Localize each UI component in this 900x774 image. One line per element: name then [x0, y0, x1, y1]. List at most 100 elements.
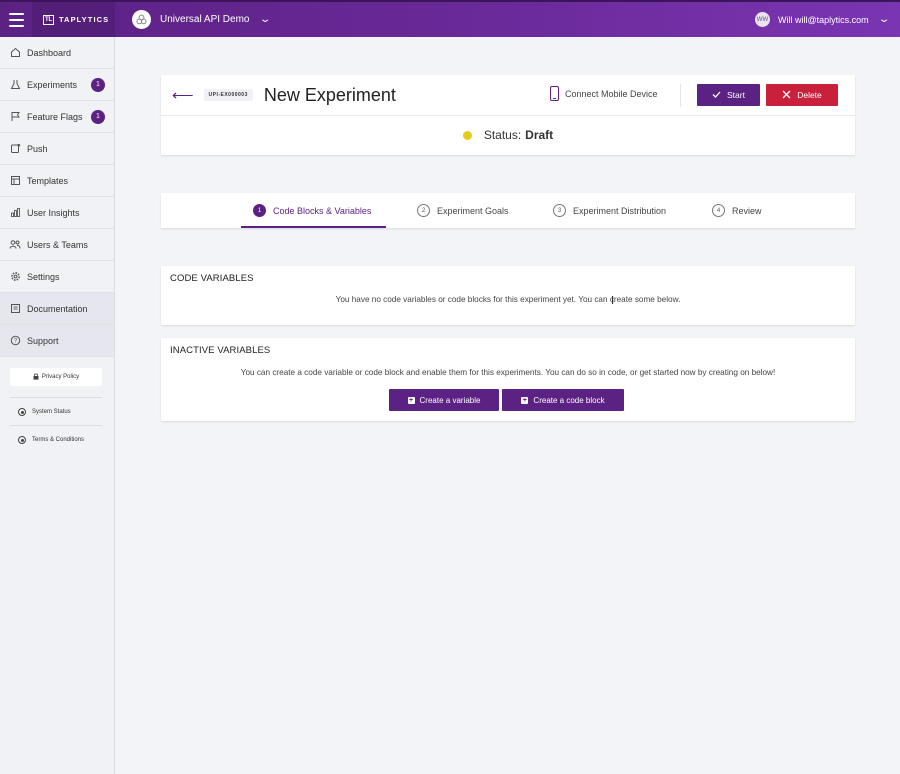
sidebar-item-push[interactable]: Push [0, 133, 114, 165]
sidebar: Dashboard Experiments 1 Feature Flags 1 … [0, 37, 115, 774]
experiment-header: ⟵ UPI-EX000003 New Experiment Connect Mo… [161, 75, 855, 155]
avatar: WW [754, 12, 770, 27]
divider [10, 397, 102, 398]
status-label: Status: [483, 128, 522, 142]
sidebar-item-label: Feature Flags [27, 111, 83, 122]
tab-experiment-distribution[interactable]: 3 Experiment Distribution [553, 193, 666, 228]
sidebar-item-label: Push [27, 143, 48, 154]
brand-mark: TL [43, 14, 54, 25]
section-title: INACTIVE VARIABLES [170, 345, 271, 356]
terms-label: Terms & Conditions [32, 437, 85, 443]
connect-device-button[interactable]: Connect Mobile Device [550, 86, 658, 101]
sidebar-item-feature-flags[interactable]: Feature Flags 1 [0, 101, 114, 133]
start-label: Start [727, 90, 745, 100]
start-button[interactable]: Start [697, 84, 760, 106]
sidebar-item-label: Dashboard [27, 47, 72, 58]
experiment-id: UPI-EX000003 [203, 89, 253, 101]
tab-label: Experiment Distribution [573, 205, 667, 216]
count-badge: 1 [91, 109, 105, 124]
sidebar-item-experiments[interactable]: Experiments 1 [0, 69, 114, 101]
chevron-down-icon: ⌄ [259, 14, 272, 25]
user-menu[interactable]: WW Will will@taplytics.com ⌄ [754, 12, 900, 27]
privacy-policy-link[interactable]: Privacy Policy [10, 368, 102, 386]
delete-button[interactable]: Delete [766, 84, 838, 106]
tab-experiment-goals[interactable]: 2 Experiment Goals [417, 193, 509, 228]
sidebar-item-settings[interactable]: Settings [0, 261, 114, 293]
section-title: CODE VARIABLES [170, 273, 254, 284]
menu-icon[interactable] [0, 2, 32, 37]
user-label: Will will@taplytics.com [777, 14, 869, 25]
sidebar-item-documentation[interactable]: Documentation [0, 293, 114, 325]
divider [680, 84, 681, 107]
sidebar-item-label: User Insights [27, 207, 80, 218]
connect-label: Connect Mobile Device [565, 88, 658, 99]
help-icon: ? [9, 335, 21, 347]
step-tabs: 1 Code Blocks & Variables 2 Experiment G… [161, 193, 855, 228]
create-block-label: Create a code block [533, 395, 605, 405]
check-icon [712, 90, 721, 100]
flask-icon [9, 79, 21, 91]
lock-icon [33, 373, 39, 382]
system-status-label: System Status [32, 409, 71, 415]
create-variable-button[interactable]: + Create a variable [389, 389, 499, 411]
sidebar-item-label: Support [27, 335, 59, 346]
brand-name: TAPLYTICS [58, 15, 110, 24]
phone-icon [550, 86, 559, 101]
svg-text:?: ? [13, 339, 17, 345]
system-status-link[interactable]: System Status [18, 408, 71, 416]
sidebar-item-templates[interactable]: Templates [0, 165, 114, 197]
terms-link[interactable]: Terms & Conditions [18, 436, 84, 444]
sidebar-item-users-teams[interactable]: Users & Teams [0, 229, 114, 261]
back-arrow-icon[interactable]: ⟵ [172, 86, 194, 104]
push-icon [9, 143, 21, 155]
info-icon [18, 436, 26, 444]
step-number: 1 [253, 204, 266, 217]
sidebar-item-dashboard[interactable]: Dashboard [0, 37, 114, 69]
step-number: 4 [712, 204, 725, 217]
document-icon [9, 303, 21, 315]
status-badge: Draft [525, 128, 554, 142]
project-switcher[interactable]: Universal API Demo ⌄ [132, 2, 272, 37]
tab-review[interactable]: 4 Review [712, 193, 762, 228]
code-variables-section: CODE VARIABLES You have no code variable… [161, 266, 855, 325]
count-badge: 1 [91, 77, 105, 92]
text-cursor-icon: I [611, 294, 615, 307]
close-icon [782, 90, 791, 101]
tab-code-blocks-variables[interactable]: 1 Code Blocks & Variables [253, 193, 371, 228]
project-name: Universal API Demo [160, 14, 250, 25]
create-variable-label: Create a variable [419, 395, 481, 405]
step-number: 3 [553, 204, 566, 217]
sidebar-item-label: Users & Teams [27, 239, 88, 250]
page-title[interactable]: New Experiment [264, 85, 396, 106]
tab-label: Review [732, 205, 762, 216]
sidebar-item-label: Experiments [27, 79, 78, 90]
home-icon [9, 47, 21, 59]
sidebar-item-label: Settings [27, 271, 60, 282]
bar-chart-icon [9, 207, 21, 219]
status-icon [18, 408, 26, 416]
brand-logo[interactable]: TL TAPLYTICS [32, 2, 115, 37]
project-avatar-icon [132, 10, 151, 29]
flag-icon [9, 111, 21, 123]
top-bar: TL TAPLYTICS Universal API Demo ⌄ WW Wil… [0, 0, 900, 37]
privacy-label: Privacy Policy [41, 374, 80, 380]
sidebar-item-user-insights[interactable]: User Insights [0, 197, 114, 229]
plus-icon: + [407, 396, 415, 404]
gear-icon [9, 271, 21, 283]
step-number: 2 [417, 204, 430, 217]
template-icon [9, 175, 21, 187]
info-message: You can create a code variable or code b… [240, 368, 776, 377]
plus-icon: + [521, 396, 529, 404]
tab-label: Experiment Goals [437, 205, 509, 216]
create-code-block-button[interactable]: + Create a code block [502, 389, 624, 411]
empty-message: You have no code variables or code block… [335, 295, 681, 304]
sidebar-item-label: Documentation [27, 303, 88, 314]
tab-label: Code Blocks & Variables [273, 205, 372, 216]
inactive-variables-section: INACTIVE VARIABLES You can create a code… [161, 338, 855, 421]
divider [10, 425, 102, 426]
delete-label: Delete [797, 90, 822, 100]
chevron-down-icon: ⌄ [877, 14, 891, 25]
active-tab-indicator [241, 226, 386, 228]
users-icon [9, 239, 21, 251]
sidebar-item-support[interactable]: ? Support [0, 325, 114, 357]
